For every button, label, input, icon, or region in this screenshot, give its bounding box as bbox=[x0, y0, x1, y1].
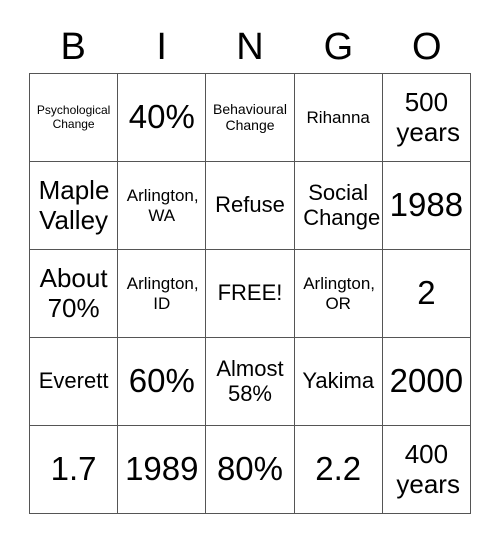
bingo-cell[interactable]: Arlington, WA bbox=[118, 162, 207, 250]
cell-text: Refuse bbox=[215, 192, 285, 218]
cell-text: Arlington, OR bbox=[303, 274, 376, 313]
bingo-cell[interactable]: 400 years bbox=[382, 426, 471, 514]
cell-text: Psychological Change bbox=[36, 103, 111, 131]
bingo-cell[interactable]: Arlington, OR bbox=[294, 250, 383, 338]
bingo-cell[interactable]: Almost 58% bbox=[206, 338, 295, 426]
bingo-cell[interactable]: 2 bbox=[382, 250, 471, 338]
bingo-cell[interactable]: About 70% bbox=[30, 250, 119, 338]
header-letter-i: I bbox=[156, 26, 167, 68]
bingo-cell[interactable]: 60% bbox=[118, 338, 207, 426]
cell-text: Everett bbox=[38, 368, 109, 394]
bingo-cell[interactable]: 80% bbox=[206, 426, 295, 514]
free-space-cell[interactable]: FREE! bbox=[206, 250, 295, 338]
free-space-text: FREE! bbox=[217, 280, 283, 306]
cell-text: 1.7 bbox=[50, 450, 97, 488]
bingo-header: B I N G O bbox=[29, 22, 471, 72]
bingo-cell[interactable]: 2000 bbox=[382, 338, 471, 426]
bingo-cell[interactable]: 1.7 bbox=[30, 426, 119, 514]
bingo-cell[interactable]: 500 years bbox=[382, 74, 471, 162]
cell-text: Rihanna bbox=[306, 107, 370, 127]
cell-text: Yakima bbox=[302, 368, 375, 394]
cell-text: 2.2 bbox=[315, 450, 362, 488]
header-letter-b: B bbox=[60, 26, 86, 68]
bingo-cell[interactable]: Behavioural Change bbox=[206, 74, 295, 162]
cell-text: 2 bbox=[417, 274, 436, 312]
bingo-card-grid: Psychological Change 40% Behavioural Cha… bbox=[29, 73, 471, 514]
cell-text: Social Change bbox=[303, 179, 381, 230]
bingo-cell[interactable]: Everett bbox=[30, 338, 119, 426]
cell-text: 1988 bbox=[389, 186, 464, 224]
bingo-cell[interactable]: Arlington, ID bbox=[118, 250, 207, 338]
cell-text: Maple Valley bbox=[38, 175, 110, 235]
bingo-cell[interactable]: 1988 bbox=[382, 162, 471, 250]
bingo-cell[interactable]: Social Change bbox=[294, 162, 383, 250]
cell-text: 60% bbox=[128, 362, 195, 400]
cell-text: Arlington, WA bbox=[126, 186, 199, 225]
bingo-cell[interactable]: Yakima bbox=[294, 338, 383, 426]
cell-text: Almost 58% bbox=[216, 355, 284, 406]
cell-text: 2000 bbox=[389, 362, 464, 400]
cell-text: About 70% bbox=[39, 263, 108, 323]
bingo-cell[interactable]: 40% bbox=[118, 74, 207, 162]
bingo-cell[interactable]: Psychological Change bbox=[30, 74, 119, 162]
cell-text: 1989 bbox=[125, 450, 199, 488]
bingo-cell[interactable]: 1989 bbox=[118, 426, 207, 514]
cell-text: 40% bbox=[128, 98, 195, 136]
bingo-cell[interactable]: Rihanna bbox=[294, 74, 383, 162]
header-letter-n: N bbox=[236, 26, 264, 68]
bingo-cell[interactable]: 2.2 bbox=[294, 426, 383, 514]
cell-text: 500 years bbox=[396, 87, 460, 147]
header-letter-g: G bbox=[323, 26, 354, 68]
cell-text: 400 years bbox=[396, 439, 460, 499]
header-letter-o: O bbox=[412, 26, 442, 68]
cell-text: Behavioural Change bbox=[213, 100, 287, 133]
bingo-cell[interactable]: Maple Valley bbox=[30, 162, 119, 250]
cell-text: 80% bbox=[216, 450, 284, 488]
bingo-cell[interactable]: Refuse bbox=[206, 162, 295, 250]
cell-text: Arlington, ID bbox=[126, 274, 199, 313]
